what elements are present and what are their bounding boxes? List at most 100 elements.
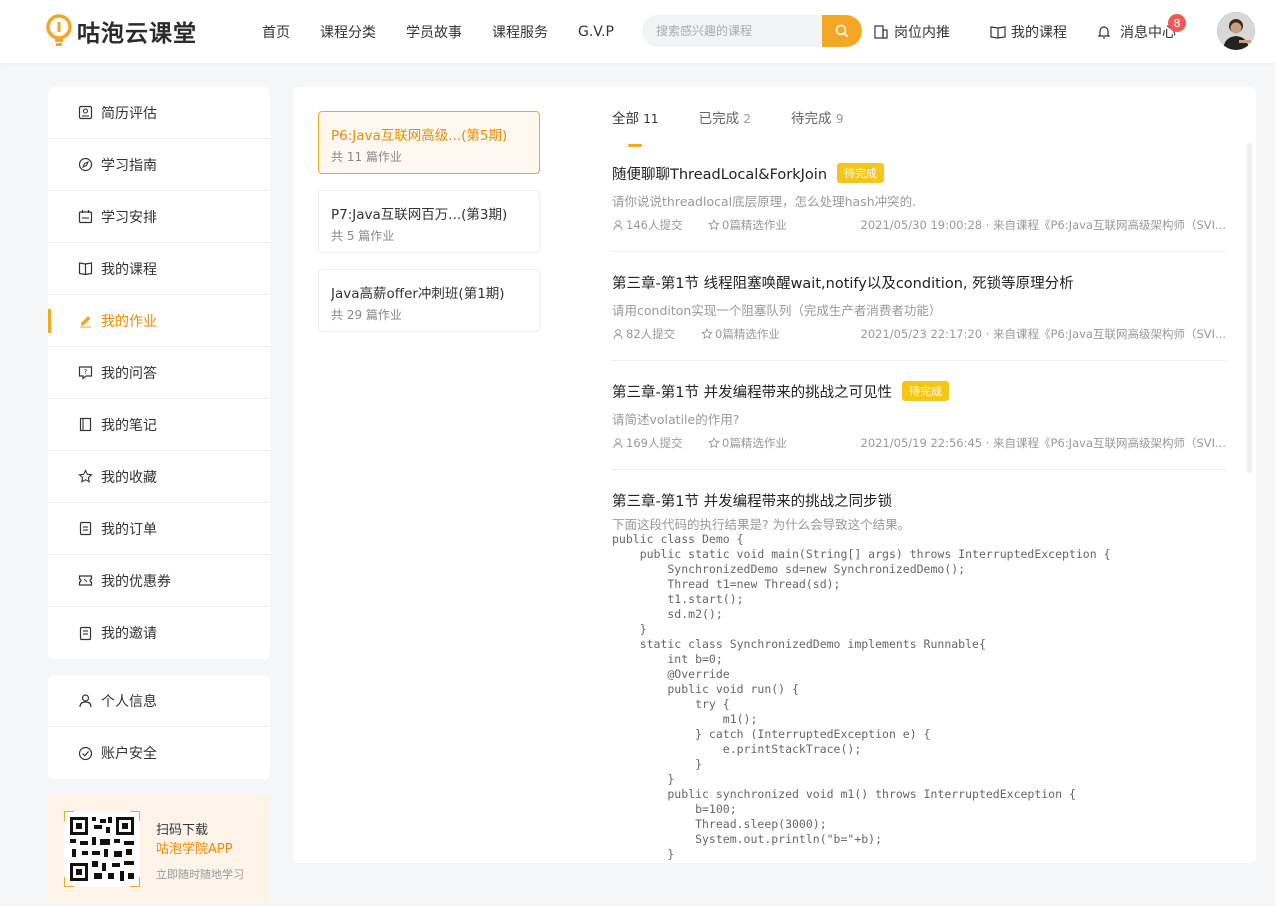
user-icon (613, 329, 623, 340)
submit-count: 169人提交 (626, 436, 683, 450)
sidebar-item-favorites[interactable]: 我的收藏 (48, 451, 270, 503)
homework-title[interactable]: 第三章-第1节 并发编程带来的挑战之同步锁 (612, 490, 892, 511)
logo-text: 咕泡云课堂 (77, 21, 197, 47)
my-courses-label: 我的课程 (1011, 24, 1067, 41)
main-nav: 首页 课程分类 学员故事 课程服务 G.V.P (262, 0, 644, 63)
homework-item[interactable]: 第三章-第1节 并发编程带来的挑战之同步锁 下面这段代码的执行结果是? 为什么会… (612, 470, 1226, 863)
course-title: P6:Java互联网高级...(第5期) (331, 128, 508, 144)
sidebar-item-label: 我的作业 (101, 313, 157, 330)
sidebar-item-label: 我的课程 (101, 261, 157, 278)
sidebar-item-invite[interactable]: 我的邀请 (48, 607, 270, 659)
homework-item[interactable]: 随便聊聊ThreadLocal&ForkJoin 待完成 请你说说threadlo… (612, 143, 1226, 252)
book-open-icon (990, 25, 1006, 39)
sidebar-item-label: 我的邀请 (101, 626, 157, 642)
homework-item[interactable]: 第三章-第1节 线程阻塞唤醒wait,notify以及condition, 死锁… (612, 252, 1226, 361)
course-tab-p7[interactable]: P7:Java互联网百万...(第3期) 共 5 篇作业 (318, 190, 540, 253)
homework-description: 请你说说threadlocal底层原理，怎么处理hash冲突的. (612, 194, 917, 209)
sidebar-item-profile[interactable]: 个人信息 (48, 675, 270, 727)
nav-student-stories[interactable]: 学员故事 (406, 22, 462, 42)
sidebar-item-my-courses[interactable]: 我的课程 (48, 243, 270, 295)
submit-count: 82人提交 (626, 327, 676, 341)
sidebar-item-resume[interactable]: 简历评估 (48, 87, 270, 139)
pencil-icon (78, 313, 93, 328)
compass-icon (78, 157, 93, 172)
nav-course-service[interactable]: 课程服务 (492, 22, 548, 42)
logo[interactable]: 咕泡云课堂 (46, 12, 197, 50)
sidebar-item-label: 学习指南 (101, 157, 157, 174)
sidebar-menu: 简历评估 学习指南 学习安排 我的课程 我的作业 ? 我的问答 我的笔记 我的收… (48, 87, 270, 659)
homework-meta: 2021/05/30 19:00:28 · 来自课程《P6:Java互联网高级架… (860, 218, 1227, 232)
user-icon (613, 220, 623, 231)
homework-title[interactable]: 随便聊聊ThreadLocal&ForkJoin (612, 163, 827, 184)
sidebar-item-schedule[interactable]: 学习安排 (48, 191, 270, 243)
homework-title[interactable]: 第三章-第1节 线程阻塞唤醒wait,notify以及condition, 死锁… (612, 272, 1074, 293)
course-tab-p6[interactable]: P6:Java互联网高级...(第5期) 共 11 篇作业 (318, 111, 540, 174)
search-input[interactable] (642, 15, 822, 47)
coupon-icon (78, 573, 93, 588)
app-slogan: 立即随时随地学习 (156, 868, 244, 881)
featured-count: 0篇精选作业 (715, 327, 780, 341)
calendar-icon (78, 209, 93, 224)
homework-panel: P6:Java互联网高级...(第5期) 共 11 篇作业 P7:Java互联网… (293, 87, 1256, 863)
homework-item[interactable]: 第三章-第1节 并发编程带来的挑战之可见性 待完成 请简述volatile的作用?… (612, 361, 1226, 470)
nav-gvp[interactable]: G.V.P (578, 24, 614, 40)
status-badge: 待完成 (902, 381, 950, 401)
star-icon (708, 219, 720, 231)
avatar[interactable] (1217, 12, 1255, 50)
top-header: 咕泡云课堂 首页 课程分类 学员故事 课程服务 G.V.P 岗位内推 我的课程 … (0, 0, 1275, 63)
tab-all[interactable]: 全部 11 (612, 107, 659, 147)
sidebar-item-label: 我的收藏 (101, 469, 157, 486)
search-icon (835, 24, 849, 38)
my-courses-link[interactable]: 我的课程 (990, 0, 1067, 63)
sidebar-item-qa[interactable]: ? 我的问答 (48, 347, 270, 399)
message-center-link[interactable]: 消息中心 8 (1096, 0, 1186, 63)
bulb-logo-icon (46, 14, 72, 48)
sidebar-item-label: 我的问答 (101, 365, 157, 382)
homework-list: 随便聊聊ThreadLocal&ForkJoin 待完成 请你说说threadlo… (612, 143, 1226, 863)
sidebar-item-notes[interactable]: 我的笔记 (48, 399, 270, 451)
course-homework-count: 共 29 篇作业 (331, 308, 402, 322)
sidebar-item-label: 账户安全 (101, 746, 157, 762)
star-icon (78, 469, 93, 484)
code-block: public class Demo { public static void m… (612, 532, 1111, 861)
bell-icon (1097, 25, 1111, 39)
sidebar-item-label: 我的订单 (101, 521, 157, 538)
search-button[interactable] (822, 15, 862, 47)
tab-completed[interactable]: 已完成 2 (699, 107, 751, 137)
star-icon (701, 328, 713, 340)
tab-pending[interactable]: 待完成 9 (791, 107, 843, 137)
sidebar-item-security[interactable]: 账户安全 (48, 727, 270, 779)
course-homework-count: 共 5 篇作业 (331, 229, 395, 243)
building-icon (874, 24, 888, 39)
status-badge: 待完成 (837, 163, 885, 183)
job-referral-link[interactable]: 岗位内推 (873, 0, 950, 63)
sidebar-item-orders[interactable]: 我的订单 (48, 503, 270, 555)
status-tabs: 全部 11 已完成 2 待完成 9 (612, 107, 883, 147)
homework-title[interactable]: 第三章-第1节 并发编程带来的挑战之可见性 (612, 381, 892, 402)
nav-home[interactable]: 首页 (262, 22, 290, 42)
featured-count: 0篇精选作业 (722, 436, 787, 450)
homework-description: 下面这段代码的执行结果是? 为什么会导致这个结果。 (612, 517, 911, 532)
sidebar-item-my-homework[interactable]: 我的作业 (48, 295, 270, 347)
sidebar-item-guide[interactable]: 学习指南 (48, 139, 270, 191)
sidebar-item-label: 简历评估 (101, 105, 157, 122)
message-badge: 8 (1168, 14, 1186, 32)
course-tab-offer[interactable]: Java高薪offer冲刺班(第1期) 共 29 篇作业 (318, 269, 540, 332)
invite-icon (78, 626, 93, 641)
app-download-card: 扫码下载 咕泡学院APP 立即随时随地学习 (48, 795, 270, 903)
resume-icon (78, 105, 93, 120)
search-box (642, 15, 862, 47)
notebook-icon (78, 417, 93, 432)
scrollbar[interactable] (1247, 143, 1252, 473)
sidebar-item-coupons[interactable]: 我的优惠券 (48, 555, 270, 607)
sidebar-item-label: 个人信息 (101, 693, 157, 710)
app-name: 咕泡学院APP (156, 842, 233, 857)
homework-meta: 2021/05/23 22:17:20 · 来自课程《P6:Java互联网高级架… (860, 327, 1227, 341)
course-homework-count: 共 11 篇作业 (331, 150, 402, 164)
submit-count: 146人提交 (626, 218, 683, 232)
homework-description: 请简述volatile的作用? (612, 412, 740, 427)
svg-text:?: ? (84, 368, 88, 376)
nav-course-category[interactable]: 课程分类 (320, 22, 376, 42)
job-referral-label: 岗位内推 (894, 24, 950, 41)
featured-count: 0篇精选作业 (722, 218, 787, 232)
